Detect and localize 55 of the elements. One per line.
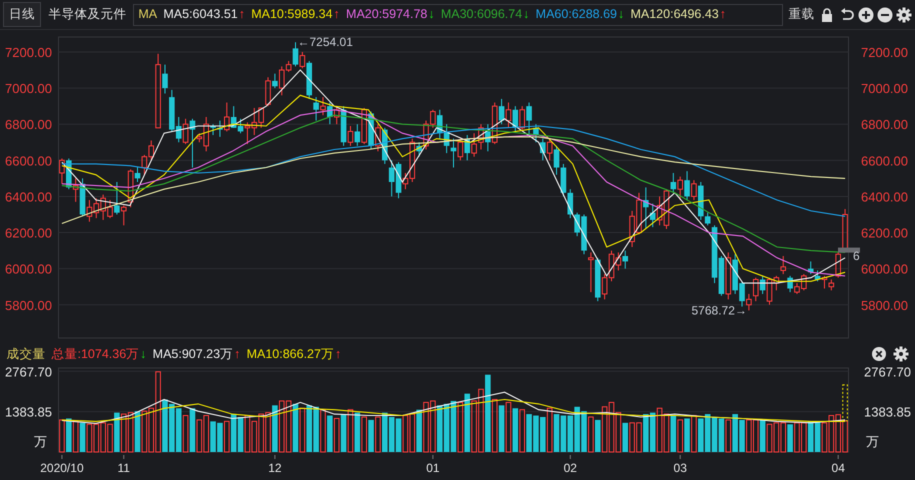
up-arrow-icon: ↑ <box>720 5 726 24</box>
price-axis-label: 7200.00 <box>5 44 52 60</box>
indicator-value: 总量:1074.36万 <box>52 346 140 363</box>
price-axis-label: 6400.00 <box>861 189 908 204</box>
price-axis-label: 7000.00 <box>861 81 908 96</box>
price-axis-label: 5800.00 <box>861 298 908 313</box>
indicator-value: MA30:6096.74 <box>440 6 522 24</box>
price-axis-label: 6800.00 <box>861 117 908 132</box>
price-axis-label: 6600.00 <box>5 153 52 168</box>
indicator-value: MA120:6496.43 <box>630 6 719 24</box>
price-axis-label: 6400.00 <box>5 189 52 204</box>
line-end-label: 6 <box>853 248 860 263</box>
date-axis-label: 11 <box>118 461 130 475</box>
indicator-value: MA60:6288.69 <box>536 6 617 24</box>
symbol-name: 半导体及元件 <box>47 6 128 24</box>
period-tab[interactable]: 日线 <box>3 2 42 27</box>
panel-title: 成交量 <box>6 346 46 363</box>
price-axis-label: 7200.00 <box>861 44 908 60</box>
volume-axis-label: 2767.70 <box>864 366 911 380</box>
date-axis-label: 03 <box>674 461 687 475</box>
indicator-value: MA10:866.27万 <box>246 346 334 363</box>
price-axis-label: 6800.00 <box>5 117 52 132</box>
up-arrow-icon: ↑ <box>334 344 342 364</box>
date-axis-label: 2020/10 <box>40 461 84 475</box>
reload-button[interactable]: 重载 <box>786 5 816 24</box>
unit-label: 万 <box>866 434 879 449</box>
up-arrow-icon: ↑ <box>238 5 245 24</box>
price-axis-label: 6200.00 <box>861 226 908 241</box>
down-arrow-icon: ↓ <box>618 5 624 24</box>
date-axis-label: 12 <box>268 461 282 475</box>
volume-axis-label: 1383.85 <box>5 404 52 420</box>
price-axis-label: 5800.00 <box>5 298 52 313</box>
unit-label: 万 <box>34 434 47 449</box>
price-axis-label: 6000.00 <box>861 262 908 277</box>
indicator-value: MA10:5989.34 <box>251 6 333 24</box>
indicator-label: MA <box>138 6 158 24</box>
down-arrow-icon: ↓ <box>140 344 146 364</box>
price-axis-label: 6000.00 <box>5 262 52 277</box>
price-axis-label: 6200.00 <box>5 226 52 241</box>
up-arrow-icon: ↑ <box>334 5 340 24</box>
up-arrow-icon: ↑ <box>234 344 240 364</box>
volume-axis-label: 2767.70 <box>5 366 52 380</box>
indicator-value: MA5:6043.51 <box>163 6 238 24</box>
price-extreme-label: 5768.72→ <box>692 303 747 318</box>
down-arrow-icon: ↓ <box>523 5 530 24</box>
indicator-value: MA20:5974.78 <box>346 6 428 24</box>
date-axis-label: 01 <box>426 461 440 475</box>
indicator-value: MA5:907.23万 <box>152 346 234 363</box>
price-axis-label: 7000.00 <box>5 81 52 96</box>
volume-axis-label: 1383.85 <box>864 404 911 420</box>
down-arrow-icon: ↓ <box>428 5 435 24</box>
date-axis-label: 02 <box>564 461 577 475</box>
date-axis-label: 04 <box>832 461 845 475</box>
price-extreme-label: ←7254.01 <box>298 35 353 50</box>
price-axis-label: 6600.00 <box>861 153 908 168</box>
